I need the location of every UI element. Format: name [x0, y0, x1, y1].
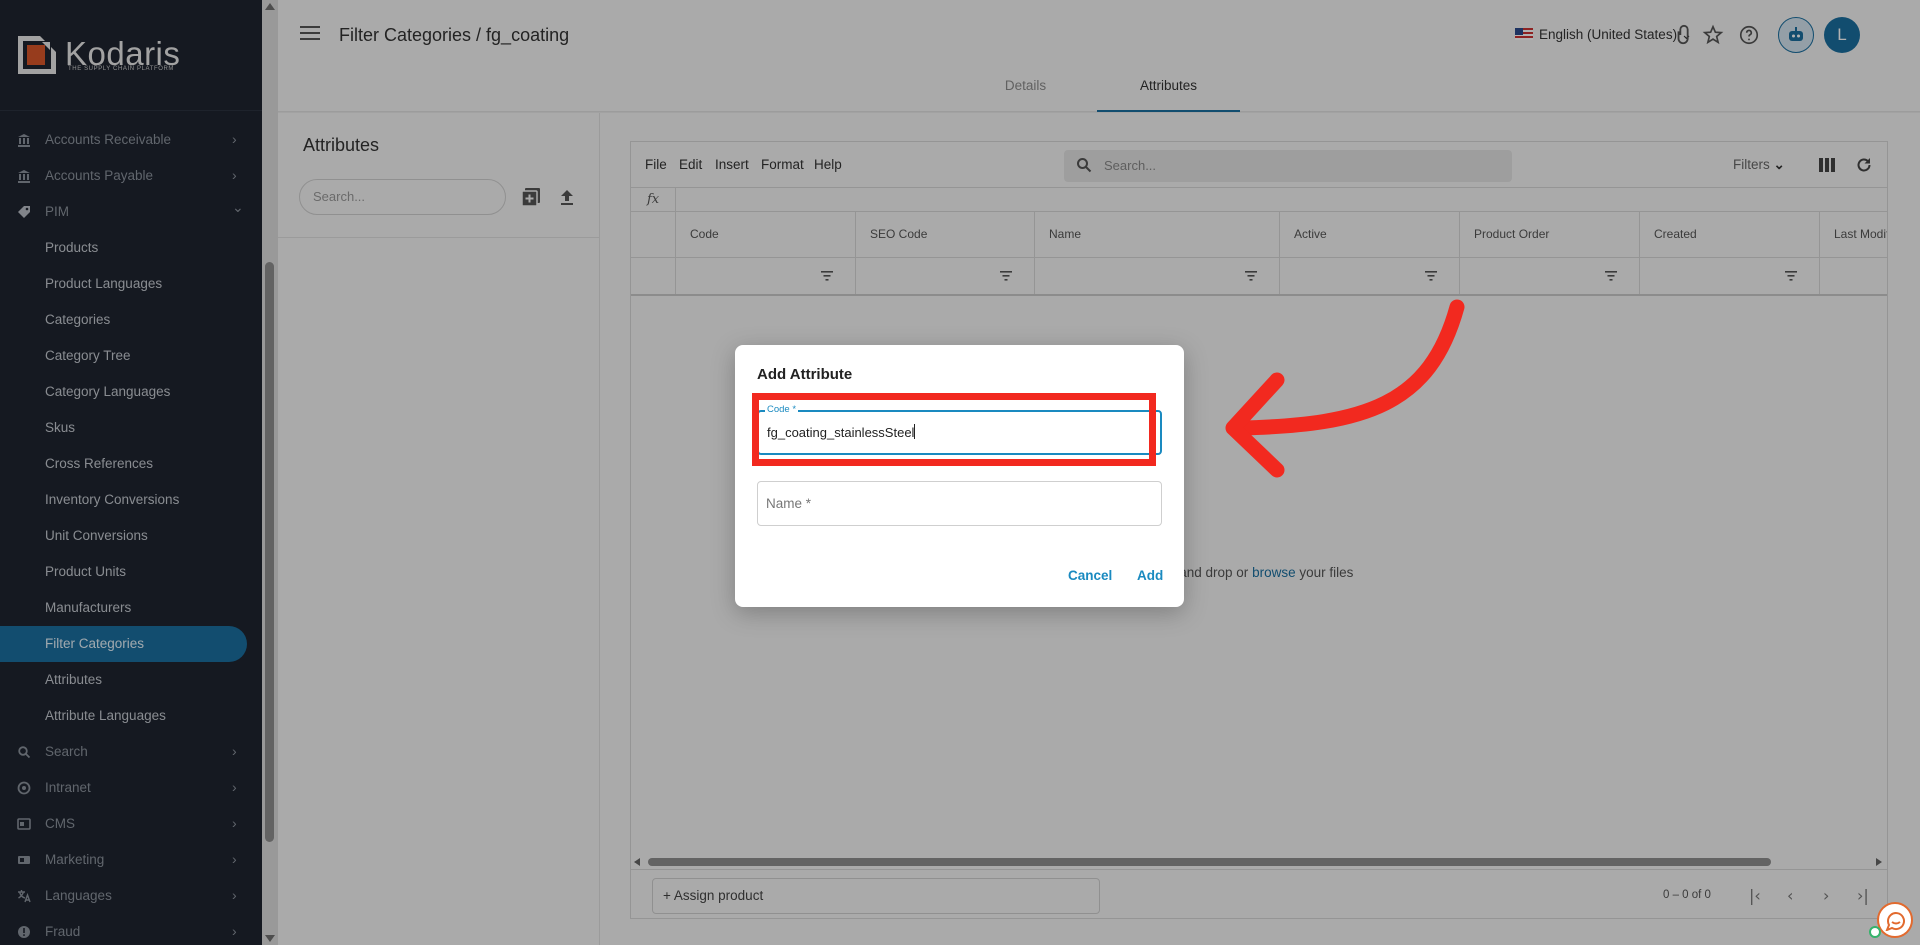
name-field[interactable]: Name * [757, 481, 1162, 526]
chat-icon [1885, 912, 1905, 931]
name-field-placeholder: Name * [766, 496, 812, 511]
curved-arrow-annotation [1225, 299, 1465, 478]
highlight-box [752, 393, 1156, 466]
cancel-button[interactable]: Cancel [1068, 568, 1112, 583]
online-status-dot [1869, 926, 1881, 938]
add-attribute-dialog: Add Attribute Code * fg_coating_stainles… [735, 345, 1184, 607]
add-button[interactable]: Add [1137, 568, 1163, 583]
dialog-title: Add Attribute [757, 366, 853, 383]
chat-widget-button[interactable] [1869, 902, 1913, 938]
